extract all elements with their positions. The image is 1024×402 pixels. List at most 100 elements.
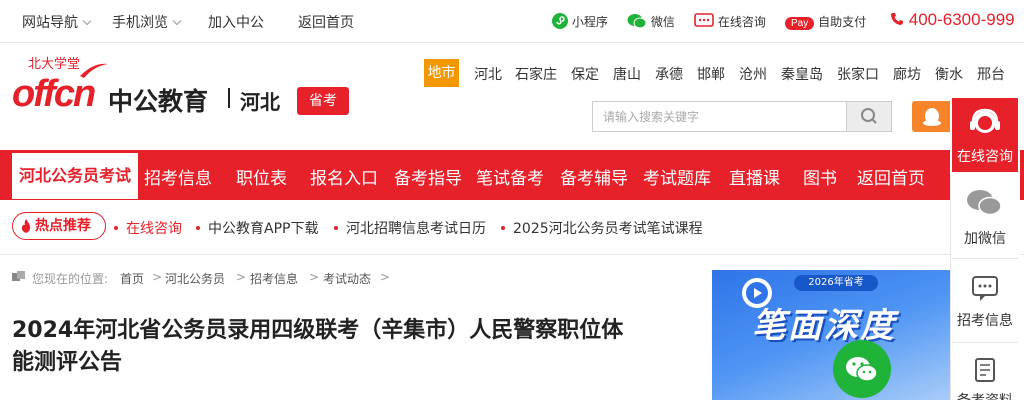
nav-item[interactable]: 笔试备考	[476, 164, 544, 189]
city-link[interactable]: 张家口	[837, 64, 879, 84]
wechat-icon	[846, 357, 878, 382]
section-divider	[0, 254, 1024, 255]
rail-consult[interactable]: 在线咨询	[950, 96, 1020, 174]
self-pay-link[interactable]: Pay 自助支付	[785, 13, 866, 30]
breadcrumb-sep: >	[152, 270, 163, 284]
city-link[interactable]: 邯郸	[697, 64, 725, 84]
top-bar: 网站导航 手机浏览 加入中公 返回首页 小程序 微信 在线咨询 Pay 自助支付…	[0, 0, 1024, 43]
hot-link-label: 2025河北公务员考试笔试课程	[513, 221, 703, 237]
main-nav: 河北公务员考试 招考信息 职位表 报名入口 备考指导 笔试备考 备考辅导 考试题…	[0, 150, 1024, 200]
city-link[interactable]: 承德	[655, 64, 683, 84]
nav-item[interactable]: 招考信息	[144, 164, 212, 189]
hot-recommend-badge: 热点推荐	[12, 212, 106, 240]
city-link[interactable]: 廊坊	[893, 64, 921, 84]
nav-item[interactable]: 图书	[803, 164, 837, 189]
wechat-icon	[627, 14, 647, 29]
phone-label: 400-6300-999	[908, 10, 1015, 29]
mobile-browse-label: 手机浏览	[112, 15, 168, 31]
bullet-dot	[114, 226, 118, 230]
article-title: 2024年河北省公务员录用四级联考（辛集市）人民警察职位体 能测评公告	[12, 315, 702, 379]
chat-icon	[694, 13, 714, 27]
wechat-link[interactable]: 微信	[627, 13, 675, 30]
self-pay-label: 自助支付	[818, 15, 867, 29]
search-button[interactable]	[846, 102, 891, 131]
promo-banner[interactable]: 2026年省考 笔面深度	[712, 270, 952, 400]
hot-link-label: 中公教育APP下载	[208, 221, 319, 237]
hot-link[interactable]: 2025河北公务员考试笔试课程	[501, 218, 703, 238]
logo-brand-en[interactable]: offcn	[12, 73, 96, 116]
bullet-dot	[334, 226, 338, 230]
logo-province: 河北	[240, 90, 280, 114]
rail-wechat-label: 加微信	[964, 231, 1006, 247]
hot-link[interactable]: 中公教育APP下载	[196, 218, 318, 238]
nav-item[interactable]: 备考指导	[394, 164, 462, 189]
banner-tag: 2026年省考	[794, 275, 878, 291]
city-link[interactable]: 秦皇岛	[781, 64, 823, 84]
bullet-dot	[501, 226, 505, 230]
city-link[interactable]: 邢台	[977, 64, 1005, 84]
nav-item-active[interactable]: 河北公务员考试	[12, 153, 138, 199]
article-title-line: 能测评公告	[12, 350, 123, 375]
rail-recruit[interactable]: 招考信息	[950, 260, 1020, 340]
rail-divider	[952, 258, 1018, 259]
breadcrumb-item[interactable]: 招考信息	[250, 270, 298, 287]
phone-icon	[891, 13, 903, 25]
city-link[interactable]: 保定	[571, 64, 599, 84]
nav-item[interactable]: 返回首页	[857, 164, 925, 189]
document-icon	[975, 358, 995, 382]
online-consult-link[interactable]: 在线咨询	[694, 13, 766, 30]
message-icon	[972, 276, 998, 301]
breadcrumb-sep: >	[309, 270, 320, 284]
mobile-browse-link[interactable]: 手机浏览	[112, 12, 182, 32]
join-link[interactable]: 加入中公	[208, 12, 264, 32]
rail-divider	[952, 342, 1018, 343]
logo-brand-cn[interactable]: 中公教育	[108, 82, 208, 118]
nav-item[interactable]: 直播课	[729, 164, 780, 189]
hot-link-label: 在线咨询	[126, 221, 182, 237]
city-tab-active[interactable]: 地市	[424, 59, 459, 87]
city-link[interactable]: 衡水	[935, 64, 963, 84]
rail-materials[interactable]: 备考资料	[950, 344, 1020, 400]
city-link[interactable]: 唐山	[613, 64, 641, 84]
city-link[interactable]: 沧州	[739, 64, 767, 84]
nav-item[interactable]: 报名入口	[310, 164, 378, 189]
wechat-float-button[interactable]	[833, 340, 891, 398]
city-link[interactable]: 石家庄	[515, 64, 557, 84]
site-nav-label: 网站导航	[22, 15, 78, 31]
search-input[interactable]	[593, 102, 846, 131]
breadcrumb-item[interactable]: 首页	[120, 270, 144, 287]
search-icon	[861, 108, 877, 124]
logo-exam-badge[interactable]: 省考	[297, 87, 349, 115]
breadcrumb-item[interactable]: 考试动态	[323, 270, 371, 287]
online-consult-label: 在线咨询	[717, 15, 766, 29]
rail-materials-label: 备考资料	[950, 390, 1020, 400]
pay-badge: Pay	[785, 17, 815, 30]
article-title-line: 2024年河北省公务员录用四级联考（辛集市）人民警察职位体	[12, 318, 624, 343]
hot-link-label: 河北招聘信息考试日历	[346, 221, 486, 237]
headset-icon	[970, 108, 1000, 133]
logo-divider	[228, 88, 230, 108]
logo-tagline: 北大学堂	[28, 57, 81, 72]
city-link[interactable]: 河北	[474, 64, 502, 84]
chevron-down-icon	[82, 16, 92, 26]
phone-number[interactable]: 400-6300-999	[890, 10, 1015, 30]
hot-link[interactable]: 河北招聘信息考试日历	[334, 218, 486, 238]
breadcrumb-item[interactable]: 河北公务员	[165, 270, 225, 287]
bullet-dot	[196, 226, 200, 230]
mini-program-link[interactable]: 小程序	[552, 13, 608, 30]
fire-icon	[21, 219, 31, 233]
site-nav-link[interactable]: 网站导航	[22, 12, 92, 32]
nav-item[interactable]: 备考辅导	[560, 164, 628, 189]
search-box	[592, 101, 892, 132]
hot-link[interactable]: 在线咨询	[114, 218, 182, 238]
rail-wechat[interactable]: 加微信	[950, 176, 1020, 256]
nav-item[interactable]: 考试题库	[643, 164, 711, 189]
wechat-icon	[967, 190, 1002, 216]
breadcrumb-sep: >	[380, 270, 391, 284]
mini-program-label: 小程序	[571, 15, 608, 29]
rail-recruit-label: 招考信息	[957, 313, 1013, 329]
wechat-label: 微信	[650, 15, 675, 29]
mini-program-icon	[552, 13, 568, 29]
home-link[interactable]: 返回首页	[298, 12, 354, 32]
nav-item[interactable]: 职位表	[236, 164, 287, 189]
